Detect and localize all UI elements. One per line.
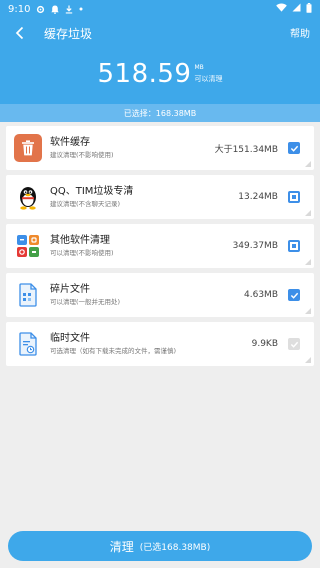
- item-checkbox[interactable]: [288, 142, 300, 154]
- help-button[interactable]: 帮助: [290, 25, 310, 40]
- trash-icon: [14, 134, 42, 162]
- header-area: 9:10 缓存垃圾 帮助 518.59 MB 可以清理: [0, 0, 320, 120]
- corner-mark-icon: [305, 357, 311, 363]
- signal-icon: [292, 3, 301, 15]
- check-icon: [290, 145, 298, 152]
- list-item-qq-tim[interactable]: QQ、TIM垃圾专清 建议清理(不含聊天记录) 13.24MB: [6, 175, 314, 219]
- item-checkbox[interactable]: [288, 338, 300, 350]
- item-size: 13.24MB: [238, 192, 278, 202]
- total-size-unit: MB: [194, 64, 204, 71]
- total-size-value: 518.59: [97, 59, 192, 89]
- status-bar: 9:10: [0, 0, 320, 18]
- item-subtitle: 可以清理(不影响使用): [50, 249, 114, 257]
- cleanup-list: 软件缓存 建议清理(不影响使用) 大于151.34MB QQ、TIM垃圾专清 建…: [6, 126, 314, 371]
- item-subtitle: 建议清理(不含聊天记录): [50, 200, 121, 208]
- corner-mark-icon: [305, 308, 311, 314]
- selected-size-text: 已选择：168.38MB: [123, 108, 197, 118]
- wifi-icon: [276, 3, 287, 15]
- selected-summary-bar: 已选择：168.38MB: [0, 104, 320, 122]
- item-size: 4.63MB: [244, 290, 278, 300]
- corner-mark-icon: [305, 161, 311, 167]
- check-icon: [290, 341, 298, 348]
- clean-button-detail: (已选168.38MB): [139, 542, 211, 553]
- check-icon: [290, 292, 298, 299]
- item-subtitle: 可以清理(一般并无用处): [50, 298, 121, 306]
- settings-icon: [36, 5, 45, 14]
- notification-icon: [51, 5, 60, 14]
- item-size: 9.9KB: [251, 339, 278, 349]
- nav-bar: 缓存垃圾 帮助: [0, 18, 320, 48]
- page-title: 缓存垃圾: [44, 26, 93, 41]
- download-icon: [65, 5, 73, 14]
- status-time: 9:10: [8, 3, 31, 15]
- item-checkbox[interactable]: [288, 289, 300, 301]
- list-item-temp-files[interactable]: 临时文件 可选清理（如有下载未完成的文件，需谨慎) 9.9KB: [6, 322, 314, 366]
- item-size: 349.37MB: [232, 241, 278, 251]
- item-title: 临时文件: [50, 333, 90, 344]
- fragment-file-icon: [14, 281, 42, 309]
- clean-button[interactable]: 清理 (已选168.38MB): [8, 531, 312, 561]
- total-summary: 518.59 MB 可以清理: [0, 58, 320, 90]
- item-title: 软件缓存: [50, 137, 90, 148]
- battery-icon: [306, 2, 312, 16]
- item-subtitle: 建议清理(不影响使用): [50, 151, 114, 159]
- back-button[interactable]: [8, 21, 32, 45]
- item-title: QQ、TIM垃圾专清: [50, 186, 134, 197]
- item-subtitle: 可选清理（如有下载未完成的文件，需谨慎): [50, 347, 177, 355]
- item-checkbox[interactable]: [288, 191, 300, 203]
- dot-icon: [79, 7, 83, 11]
- corner-mark-icon: [305, 259, 311, 265]
- list-item-other-apps[interactable]: 其他软件清理 可以清理(不影响使用) 349.37MB: [6, 224, 314, 268]
- item-title: 其他软件清理: [50, 235, 110, 246]
- total-size-caption: 可以清理: [194, 75, 223, 83]
- item-title: 碎片文件: [50, 284, 90, 295]
- corner-mark-icon: [305, 210, 311, 216]
- list-item-fragment-files[interactable]: 碎片文件 可以清理(一般并无用处) 4.63MB: [6, 273, 314, 317]
- back-arrow-icon: [15, 26, 24, 40]
- item-size: 大于151.34MB: [214, 144, 278, 155]
- apps-grid-icon: [14, 232, 42, 260]
- item-checkbox[interactable]: [288, 240, 300, 252]
- clean-button-label: 清理: [109, 539, 134, 554]
- qq-penguin-icon: [14, 183, 42, 211]
- list-item-app-cache[interactable]: 软件缓存 建议清理(不影响使用) 大于151.34MB: [6, 126, 314, 170]
- temp-file-icon: [14, 330, 42, 358]
